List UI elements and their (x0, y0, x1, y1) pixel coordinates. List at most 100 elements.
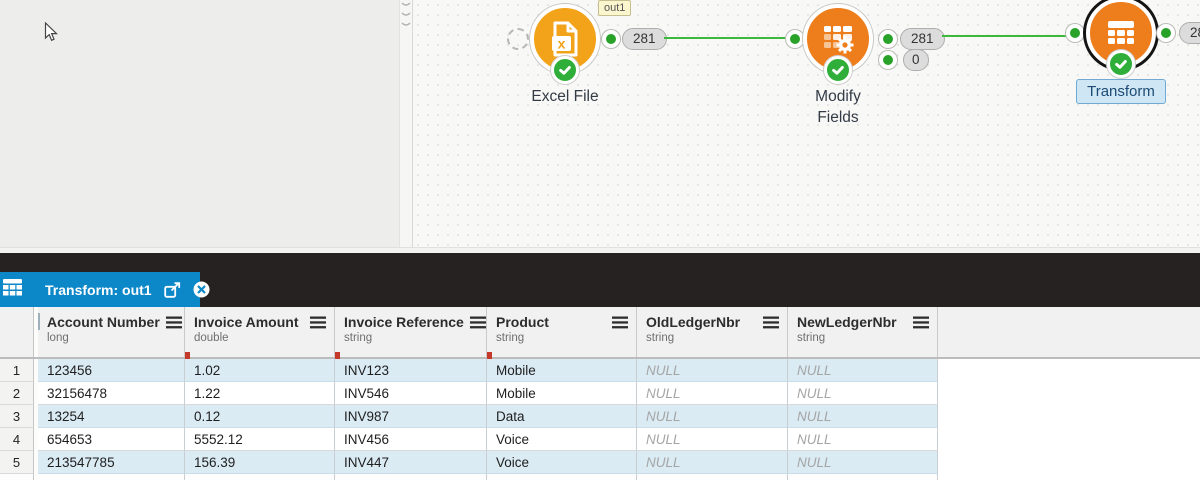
column-type: string (496, 332, 525, 344)
modify-fields-output-port-1[interactable] (879, 30, 897, 48)
transform-output-port[interactable] (1157, 24, 1175, 42)
row-number[interactable]: 4 (0, 428, 34, 451)
cell[interactable]: NULL (788, 382, 938, 405)
close-icon[interactable] (193, 281, 210, 298)
connection-line (942, 35, 1066, 37)
cell[interactable]: Mobile (487, 382, 637, 405)
column-header-top: OldLedgerNbr (646, 314, 779, 330)
cell[interactable]: 213547785 (38, 451, 185, 474)
table-row: 1 123456 1.02 INV123 Mobile NULL NULL (0, 359, 1200, 382)
results-tab[interactable]: Transform: out1 (0, 272, 210, 307)
workspace: out1 x 281 Excel File 281 0 Modify Field… (0, 0, 1200, 253)
cell[interactable]: NULL (788, 405, 938, 428)
cell[interactable]: 0.12 (185, 405, 335, 428)
excel-file-node-label[interactable]: Excel File (505, 86, 625, 107)
modify-fields-output-port-2[interactable] (879, 51, 897, 69)
row-number[interactable]: 5 (0, 451, 34, 474)
results-panel-header: Transform: out1 (0, 253, 1200, 307)
cell[interactable]: NULL (788, 359, 938, 382)
cell[interactable]: Voice (487, 428, 637, 451)
cell[interactable]: NULL (637, 382, 788, 405)
results-tab-title: Transform: out1 (45, 281, 152, 298)
cell[interactable]: 156.39 (185, 451, 335, 474)
cell (788, 474, 938, 480)
row-number[interactable]: 3 (0, 405, 34, 428)
cell[interactable]: NULL (788, 451, 938, 474)
row-filler (938, 359, 1200, 382)
cell[interactable]: NULL (788, 428, 938, 451)
row-number[interactable]: 1 (0, 359, 34, 382)
row-filler (938, 474, 1200, 480)
cell[interactable]: INV447 (335, 451, 487, 474)
header-filler (938, 307, 1200, 357)
column-menu-icon[interactable] (165, 316, 182, 329)
column-menu-icon[interactable] (469, 316, 486, 329)
cell[interactable]: NULL (637, 451, 788, 474)
panel-splitter[interactable] (399, 0, 413, 253)
column-header-invoice-amount[interactable]: Invoice Amount double (185, 307, 335, 359)
transform-input-port[interactable] (1066, 24, 1084, 42)
cell[interactable]: Mobile (487, 359, 637, 382)
transform-row-count-badge[interactable]: 281 (1179, 22, 1200, 44)
column-header-account-number[interactable]: Account Number long (38, 307, 185, 357)
cell[interactable]: 13254 (38, 405, 185, 428)
transform-icon (1108, 21, 1134, 44)
table-body: 1 123456 1.02 INV123 Mobile NULL NULL 2 32156478… (0, 359, 1200, 480)
cell[interactable]: 5552.12 (185, 428, 335, 451)
column-header-top: Account Number (47, 314, 182, 330)
workflow-canvas[interactable]: out1 x 281 Excel File 281 0 Modify Field… (413, 0, 1200, 253)
row-number[interactable]: 2 (0, 382, 34, 405)
modify-fields-input-port[interactable] (786, 30, 804, 48)
column-header-oldledgernbr[interactable]: OldLedgerNbr string (637, 307, 788, 357)
modify-fields-icon (824, 26, 854, 54)
modify-fields-row-count-badge[interactable]: 281 (900, 28, 945, 50)
column-type: string (646, 332, 675, 344)
excel-file-input-port[interactable] (507, 28, 529, 50)
column-type: double (194, 332, 229, 344)
cell[interactable]: 32156478 (38, 382, 185, 405)
excel-file-output-port[interactable] (602, 30, 620, 48)
table-row: 2 32156478 1.22 INV546 Mobile NULL NULL (0, 382, 1200, 405)
cell[interactable]: 123456 (38, 359, 185, 382)
left-panel (0, 0, 399, 253)
excel-file-row-count-badge[interactable]: 281 (622, 28, 667, 50)
column-menu-icon[interactable] (913, 316, 929, 329)
open-in-window-icon[interactable] (163, 281, 181, 298)
cell[interactable]: INV546 (335, 382, 487, 405)
cell[interactable]: Data (487, 405, 637, 428)
modify-fields-status-check-icon (824, 56, 852, 84)
row-filler (938, 382, 1200, 405)
modify-fields-node-label[interactable]: Modify Fields (798, 86, 878, 128)
cell[interactable]: NULL (637, 359, 788, 382)
column-header-invoice-reference[interactable]: Invoice Reference string (335, 307, 487, 359)
column-name: Invoice Reference (344, 314, 464, 330)
row-filler (938, 405, 1200, 428)
column-header-newledgernbr[interactable]: NewLedgerNbr string (788, 307, 938, 357)
gear-icon (836, 36, 854, 54)
column-name: NewLedgerNbr (797, 314, 897, 330)
excel-file-icon: x (552, 21, 578, 57)
results-table: Account Number long Invoice Amount double In… (0, 307, 1200, 480)
table-icon (3, 278, 22, 301)
column-type: string (344, 332, 373, 344)
cell[interactable]: 654653 (38, 428, 185, 451)
cell[interactable]: INV987 (335, 405, 487, 428)
row-number (0, 474, 34, 480)
column-header-product[interactable]: Product string (487, 307, 637, 359)
column-menu-icon[interactable] (612, 316, 628, 329)
cell[interactable]: NULL (637, 428, 788, 451)
cell[interactable]: INV123 (335, 359, 487, 382)
column-menu-icon[interactable] (310, 316, 326, 329)
modify-fields-row-count-badge-2[interactable]: 0 (903, 49, 929, 71)
cell[interactable]: NULL (637, 405, 788, 428)
cell[interactable]: INV456 (335, 428, 487, 451)
transform-node-label[interactable]: Transform (1076, 79, 1166, 104)
cell[interactable]: Voice (487, 451, 637, 474)
column-header-top: NewLedgerNbr (797, 314, 929, 330)
cell (637, 474, 788, 480)
cell[interactable]: 1.22 (185, 382, 335, 405)
cell[interactable]: 1.02 (185, 359, 335, 382)
column-menu-icon[interactable] (763, 316, 779, 329)
column-name: Product (496, 314, 549, 330)
transform-status-check-icon (1107, 50, 1135, 78)
